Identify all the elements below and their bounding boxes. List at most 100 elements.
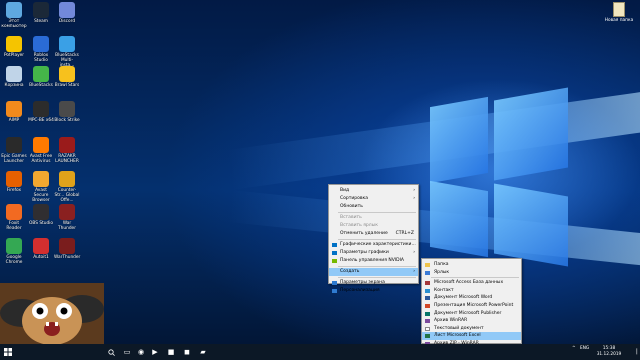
desktop-icon-autoit[interactable]: Autoit1 (28, 238, 54, 268)
desktop-icon-bluestacks-multi[interactable]: BlueStacks Multi-insta... (54, 36, 80, 68)
desktop-icon-steam[interactable]: Steam (28, 2, 54, 32)
menu-item-label: Вставить (340, 215, 362, 220)
menu-item[interactable]: Текстовый документ (422, 325, 521, 333)
menu-item[interactable]: Сортировка › (329, 195, 418, 203)
show-desktop-button[interactable]: ▕ (630, 344, 640, 360)
desktop-icon-label: PotPlayer (3, 53, 25, 58)
task-view-icon[interactable]: ▭ (120, 344, 134, 360)
menu-item-label: Microsoft Access База данных (434, 280, 504, 286)
chevron-right-icon: › (413, 188, 415, 193)
desktop[interactable]: Этот компьютер Steam Discord PotPlayer Roblo… (0, 0, 640, 344)
menu-item-label: Вставить ярлык (340, 223, 378, 228)
desktop-icon-label: Avast Free Antivirus (29, 154, 53, 164)
menu-item: Вставить ярлык (329, 222, 418, 230)
access-icon (425, 281, 430, 286)
desktop-icon-mpc-be[interactable]: MPC-BE x64 (28, 101, 54, 131)
menu-separator (431, 277, 519, 279)
brawl-stars-icon (59, 66, 75, 82)
menu-separator (338, 239, 416, 240)
search-icon[interactable] (104, 344, 118, 360)
menu-separator (338, 212, 416, 213)
menu-item[interactable]: Обновить (329, 203, 418, 211)
menu-item[interactable]: Документ Microsoft Word (422, 294, 521, 302)
menu-item[interactable]: Параметры экрана (329, 279, 418, 287)
menu-item-label: Персонализация (340, 288, 380, 293)
desktop-icon-recycle-bin[interactable]: Корзина (1, 66, 27, 96)
taskbar-glyph: ■ (167, 347, 175, 356)
war-thunder-icon (59, 204, 75, 220)
menu-item[interactable]: Параметры графики › (329, 249, 418, 257)
menu-item[interactable]: Документ Microsoft Publisher (422, 310, 521, 318)
menu-item[interactable]: Архив WinRAR (422, 317, 521, 325)
menu-item[interactable]: Создать › (329, 268, 418, 276)
warthunder-icon (59, 238, 75, 254)
desktop-icon-warthunder[interactable]: WarThunder (54, 238, 80, 268)
desktop-icon-avast[interactable]: Avast Free Antivirus (28, 137, 54, 167)
desktop-icon-discord[interactable]: Discord (54, 2, 80, 32)
menu-item[interactable]: Контакт (422, 287, 521, 295)
explorer-icon[interactable]: ▰ (196, 344, 210, 360)
desktop-icon-label: Brawl Stars (54, 83, 80, 88)
desktop-icon-label: Discord (58, 19, 76, 24)
desktop-icon-razakr-launcher[interactable]: RAZAKR LAUNCHER (54, 137, 80, 167)
menu-item-label: Архив WinRAR (434, 318, 468, 324)
desktop-icon-label: Roblox Studio (33, 53, 49, 63)
menu-item[interactable]: Графические характеристики... (329, 241, 418, 249)
desktop-icon-brawl-stars[interactable]: Brawl Stars (54, 66, 80, 96)
contact-icon (425, 288, 430, 293)
menu-separator (338, 277, 416, 278)
avast-secure-browser-icon (33, 171, 49, 187)
desktop-icon-avast-secure-browser[interactable]: Avast Secure Browser (28, 171, 54, 203)
roblox-studio-icon (33, 36, 49, 52)
desktop-icon-war-thunder[interactable]: War Thunder (54, 204, 80, 234)
menu-item-label: Графические характеристики... (340, 242, 416, 247)
menu-item[interactable]: Презентация Microsoft PowerPoint (422, 302, 521, 310)
media-player-icon[interactable]: ▶ (148, 344, 162, 360)
menu-item[interactable]: Ярлык (422, 269, 521, 277)
recording-icon[interactable]: ◼ (180, 344, 194, 360)
tray-language[interactable]: ENG (580, 346, 589, 351)
desktop-icon-label: AIMP (8, 118, 20, 123)
desktop-icon-block-strike[interactable]: Block Strike (54, 101, 80, 131)
desktop-icon-chrome[interactable]: Google Chrome (1, 238, 27, 268)
windows-logo-pane (430, 96, 488, 184)
desktop-icon-csgo[interactable]: Counter-Str... Global Offe... (54, 171, 80, 203)
desktop-icon-firefox[interactable]: Firefox (1, 171, 27, 201)
desktop-icon-potplayer[interactable]: PotPlayer (1, 36, 27, 66)
menu-item[interactable]: Microsoft Access База данных (422, 279, 521, 287)
tray-clock[interactable]: 15:38 31.12.2019 (592, 346, 626, 357)
menu-item[interactable]: Папка (422, 261, 521, 269)
personalization-icon (332, 289, 337, 293)
desktop-icon-bluestacks[interactable]: BlueStacks (28, 66, 54, 96)
desktop-icon-aimp[interactable]: AIMP (1, 101, 27, 131)
autoit-icon (33, 238, 49, 254)
menu-item[interactable]: Персонализация (329, 287, 418, 295)
desktop-icon-epic-games[interactable]: Epic Games Launcher (1, 137, 27, 167)
discord-icon (59, 2, 75, 18)
bluestacks-icon (33, 66, 49, 82)
desktop-icon-roblox-studio[interactable]: Roblox Studio (28, 36, 54, 66)
menu-item[interactable]: Вид › (329, 187, 418, 195)
desktop-icon-new-folder[interactable]: Новая папка (602, 2, 636, 36)
app-taskbar-icon[interactable]: ■ (164, 344, 178, 360)
desktop-icon-label: MPC-BE x64 (28, 118, 54, 123)
text-document-icon (425, 326, 430, 331)
desktop-icon-computer[interactable]: Этот компьютер (1, 2, 27, 32)
tray-chevron-icon[interactable]: ^ (572, 346, 576, 351)
obs-taskbar-icon[interactable]: ◉ (134, 344, 148, 360)
desktop-icon-label: Steam (34, 19, 48, 24)
desktop-icon-foxit-reader[interactable]: Foxit Reader (1, 204, 27, 234)
menu-item-label: Документ Microsoft Word (434, 295, 493, 301)
windows-logo-pane (494, 183, 568, 267)
powerpoint-icon (425, 303, 430, 308)
windows-start-icon[interactable] (0, 344, 16, 360)
desktop-icon-label: Epic Games Launcher (1, 154, 27, 164)
menu-item[interactable]: Отменить удаление CTRL+Z (329, 230, 418, 238)
menu-item[interactable]: Лист Microsoft Excel (422, 332, 521, 340)
block-strike-icon (59, 101, 75, 117)
menu-item[interactable]: Панель управления NVIDIA (329, 257, 418, 265)
desktop-icon-obs-studio[interactable]: OBS Studio (28, 204, 54, 234)
obs-studio-icon (33, 204, 49, 220)
nvidia-icon (332, 259, 337, 263)
steam-icon (33, 2, 49, 18)
